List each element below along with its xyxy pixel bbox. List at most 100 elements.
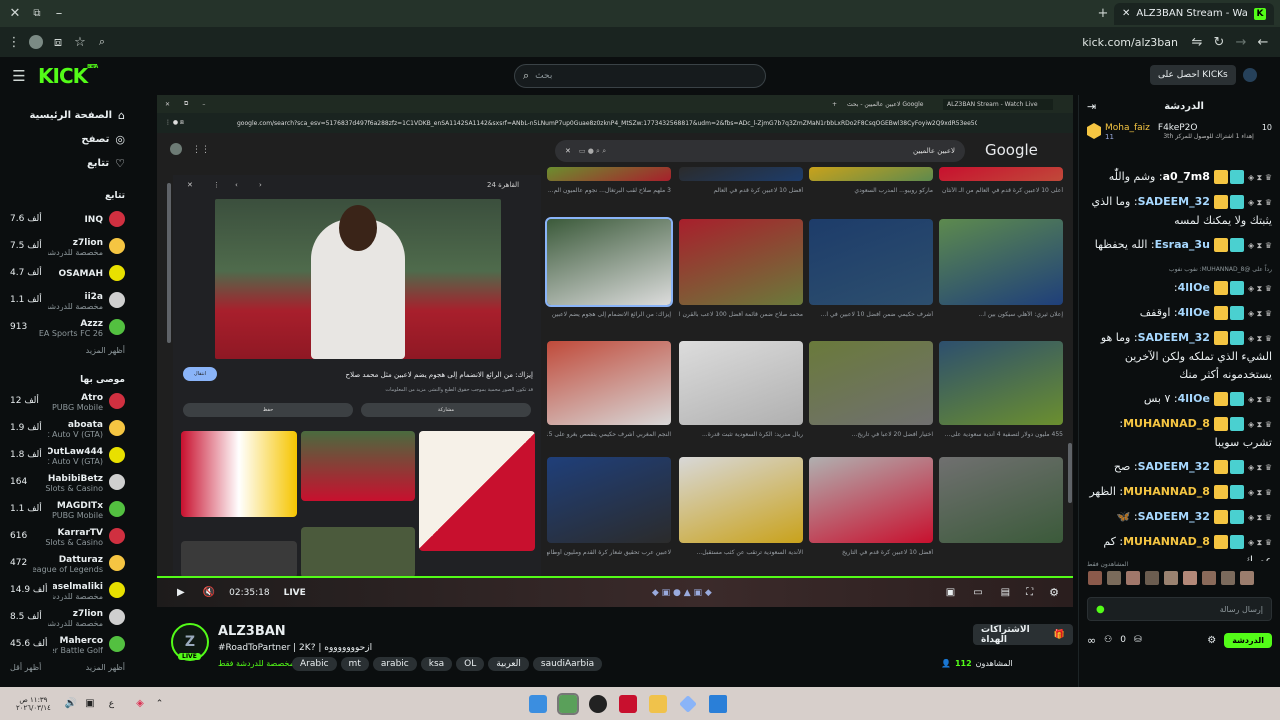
chat-username[interactable]: 4lIOe xyxy=(1178,392,1210,405)
image-result[interactable] xyxy=(679,219,803,305)
sidebar-channel[interactable]: ii2aمخصصة للدردشة فقط 1.1 ألف xyxy=(0,286,135,313)
image-result[interactable] xyxy=(939,341,1063,425)
visit-button[interactable]: انتقال xyxy=(183,367,217,381)
tag-pill[interactable]: mt xyxy=(340,657,369,671)
sidebar-channel[interactable]: aboataGrand Theft Auto V (GTA) 1.9 ألف xyxy=(0,414,135,441)
menu-dots-icon[interactable]: ⋮ xyxy=(3,31,25,53)
bookmark-star-icon[interactable]: ☆ xyxy=(69,31,91,53)
chat-username[interactable]: 4lIOe xyxy=(1178,281,1210,294)
tray-expand-icon[interactable]: ⌃ xyxy=(156,699,164,709)
sidebar-channel[interactable]: KarrarTV Slots & Casino 616 xyxy=(0,522,135,549)
browser-tab[interactable]: ✕ ALZ3BAN Stream - Watch Live K xyxy=(1114,2,1274,25)
forward-icon[interactable]: → xyxy=(1230,31,1252,53)
image-result[interactable] xyxy=(547,167,671,181)
minimize-icon[interactable]: – xyxy=(48,3,70,25)
show-more-link-2[interactable]: أظهر المزيد xyxy=(86,663,125,672)
pip-icon[interactable]: ▣ xyxy=(946,587,955,598)
emote-icon[interactable] xyxy=(1126,571,1140,585)
clock[interactable]: ١١:٣٩ ص ٢٠٢٦/٠٣/١٤ xyxy=(16,696,51,712)
chat-input[interactable]: إرسال رسالة ● xyxy=(1087,597,1272,621)
save-button[interactable]: حفظ xyxy=(183,403,353,417)
sidebar-channel[interactable]: OutLaw444Grand Theft Auto V (GTA) 1.8 ألف xyxy=(0,441,135,468)
emote-icon[interactable] xyxy=(1183,571,1197,585)
tray-app-icon[interactable]: ◈ xyxy=(136,698,144,709)
sidebar-channel[interactable]: HabibiBetz Slots & Casino 164 xyxy=(0,468,135,495)
share-button[interactable]: مشاركة xyxy=(361,403,531,417)
image-result[interactable] xyxy=(939,457,1063,543)
chat-username[interactable]: a0_7m8 xyxy=(1163,170,1210,183)
sidebar-item-following[interactable]: ♡ تتابع xyxy=(0,151,135,175)
chat-username[interactable]: SADEEM_32 xyxy=(1138,195,1210,208)
chat-users-icon[interactable]: ⚇ xyxy=(1104,635,1112,645)
new-tab-icon[interactable]: + xyxy=(1092,3,1114,25)
image-result[interactable] xyxy=(809,341,933,425)
image-result[interactable] xyxy=(809,167,933,181)
sidebar-channel[interactable]: INQ 7.6 ألف xyxy=(0,205,135,232)
site-settings-icon[interactable]: ⇋ xyxy=(1186,31,1208,53)
user-avatar[interactable] xyxy=(1243,68,1257,82)
close-tab-icon[interactable]: ✕ xyxy=(1122,8,1130,19)
preview-close-icon[interactable]: ✕ xyxy=(187,181,193,189)
sidebar-channel[interactable]: z7lionمخصصة للدردشة فقط 8.5 ألف xyxy=(0,603,135,630)
settings-gear-icon[interactable]: ⚙ xyxy=(1049,586,1059,599)
volume-icon[interactable]: 🔊 xyxy=(65,698,77,709)
image-result[interactable] xyxy=(545,217,673,307)
show-less-link[interactable]: أظهر أقل xyxy=(10,663,41,672)
chat-username[interactable]: MUHANNAD_8 xyxy=(1123,485,1210,498)
url-field[interactable]: kick.com/alz3ban xyxy=(1082,36,1178,49)
taskbar-app-icon[interactable] xyxy=(589,694,608,713)
close-window-icon[interactable]: ✕ xyxy=(4,3,26,25)
emote-icon[interactable] xyxy=(1145,571,1159,585)
extension-icon[interactable]: ⧈ xyxy=(47,31,69,53)
emote-icon[interactable] xyxy=(1240,571,1254,585)
taskbar-start-icon[interactable] xyxy=(709,694,728,713)
sidebar-channel[interactable]: Atro PUBG Mobile 12 ألف xyxy=(0,387,135,414)
taskbar-app-icon[interactable] xyxy=(649,694,668,713)
emote-icon[interactable] xyxy=(1202,571,1216,585)
emote-icon[interactable] xyxy=(1164,571,1178,585)
image-result[interactable] xyxy=(547,341,671,425)
image-result[interactable] xyxy=(679,457,803,543)
tag-pill[interactable]: OL xyxy=(456,657,485,671)
image-result[interactable] xyxy=(547,457,671,543)
chat-username[interactable]: Esraa_3u xyxy=(1155,238,1210,251)
chat-username[interactable]: SADEEM_32 xyxy=(1138,331,1210,344)
stream-category[interactable]: مخصصة للدردشة فقط xyxy=(218,659,294,668)
sidebar-channel[interactable]: Azzz EA Sports FC 26 913 xyxy=(0,313,135,340)
preview-prev-icon[interactable]: ‹ xyxy=(235,181,238,189)
image-result[interactable] xyxy=(679,167,803,181)
sidebar-item-home[interactable]: ⌂ الصفحة الرئيسية xyxy=(0,103,135,127)
taskbar-app-icon[interactable] xyxy=(557,692,580,715)
kick-logo[interactable]: KICKBETA xyxy=(38,64,98,88)
sidebar-channel[interactable]: ilyaselmalikiمخصصة للدردشة فقط 14.9 ألف xyxy=(0,576,135,603)
preview-scrollbar[interactable] xyxy=(167,183,171,343)
video-player[interactable]: ✕ ⧉ – + لاعبين عالميين - بحث Google ALZ3… xyxy=(157,95,1073,607)
chat-settings-icon[interactable]: ⚙ xyxy=(1207,635,1216,646)
fullscreen-icon[interactable]: ⛶ xyxy=(1026,587,1033,598)
send-chat-button[interactable]: الدردشة xyxy=(1224,632,1272,648)
grid-scrollbar[interactable] xyxy=(1068,443,1072,503)
tag-pill[interactable]: ksa xyxy=(420,657,453,671)
chat-username[interactable]: 4lIOe xyxy=(1178,306,1210,319)
sidebar-item-browse[interactable]: ◎ تصفح xyxy=(0,127,135,151)
taskbar-app-icon[interactable] xyxy=(619,694,638,713)
profile-icon[interactable] xyxy=(25,31,47,53)
image-result[interactable] xyxy=(939,167,1063,181)
chat-username[interactable]: MUHANNAD_8 xyxy=(1123,417,1210,430)
preview-more-icon[interactable]: ⋮ xyxy=(213,181,220,189)
mute-icon[interactable]: 🔇 xyxy=(203,587,215,598)
chat-username[interactable]: MUHANNAD_8 xyxy=(1123,535,1210,548)
maximize-icon[interactable]: ⧉ xyxy=(26,3,48,25)
gift-subs-button[interactable]: الاشتراكات الهداة 🎁 xyxy=(973,624,1073,645)
image-result[interactable] xyxy=(939,219,1063,305)
chat-username[interactable]: SADEEM_32 xyxy=(1138,460,1210,473)
preview-next-icon[interactable]: › xyxy=(259,181,262,189)
play-icon[interactable]: ▶ xyxy=(177,587,185,598)
chat-username[interactable]: SADEEM_32 xyxy=(1138,510,1210,523)
tag-pill[interactable]: saudiAarbia xyxy=(532,657,603,671)
image-result[interactable] xyxy=(809,457,933,543)
zoom-search-icon[interactable]: ⌕ xyxy=(91,31,113,53)
show-more-link[interactable]: أظهر المزيد xyxy=(0,340,135,361)
cinema-icon[interactable]: ▤ xyxy=(1001,587,1010,598)
taskbar-app-icon[interactable] xyxy=(529,694,548,713)
